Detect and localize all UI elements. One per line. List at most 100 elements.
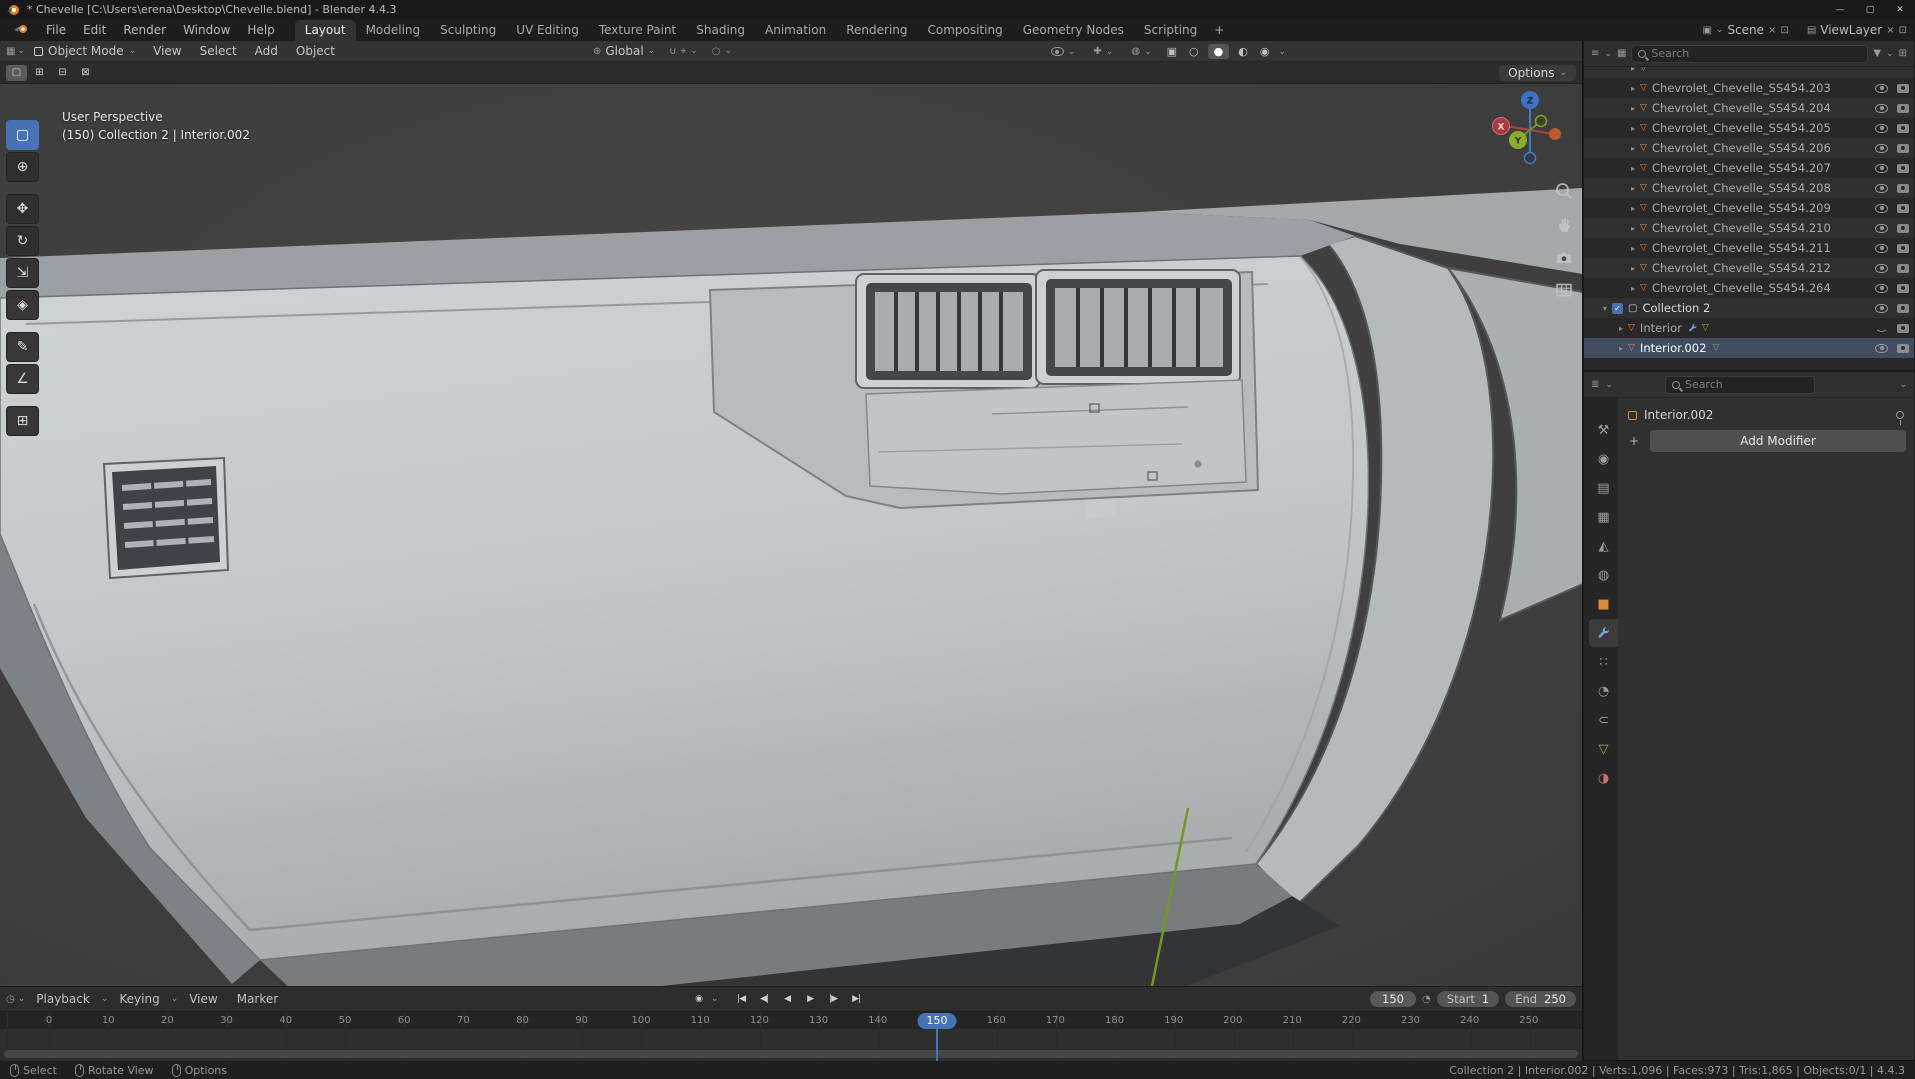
properties-editor-icon[interactable]: ≣ xyxy=(1591,379,1599,390)
pin-icon[interactable] xyxy=(1896,411,1904,425)
viewport-3d[interactable]: ▢ ⊞ ⊟ ⊠ Options ⌄ User Perspective (150)… xyxy=(0,62,1582,986)
navigation-gizmo[interactable]: Z X Y xyxy=(1488,88,1572,172)
object-name[interactable]: Chevrolet_Chevelle_SS454.209 xyxy=(1652,201,1831,215)
tab-rendering[interactable]: Rendering xyxy=(836,20,917,41)
object-name[interactable]: Chevrolet_Chevelle_SS454.212 xyxy=(1652,261,1831,275)
disable-render-icon[interactable] xyxy=(1897,243,1909,253)
outliner-search[interactable] xyxy=(1631,44,1869,63)
menu-view[interactable]: View xyxy=(145,42,189,60)
scene-browse-caret[interactable]: ⌄ xyxy=(1716,25,1724,35)
expand-icon[interactable]: ▸ xyxy=(1626,204,1640,213)
3d-scene-canvas[interactable] xyxy=(0,84,1582,986)
hide-viewport-icon[interactable] xyxy=(1875,163,1888,173)
menu-render[interactable]: Render xyxy=(115,21,174,39)
hide-viewport-icon[interactable] xyxy=(1875,263,1888,273)
menu-marker[interactable]: Marker xyxy=(229,990,286,1008)
output-tab[interactable]: ▤ xyxy=(1589,474,1618,502)
scene-unlink-icon[interactable]: × xyxy=(1768,25,1776,36)
object-name[interactable]: Chevrolet_Chevelle_SS454.211 xyxy=(1652,241,1831,255)
select-mode-subtract[interactable]: ⊟ xyxy=(52,65,73,81)
gizmo-x-neg[interactable] xyxy=(1549,128,1561,140)
collection-name[interactable]: Collection 2 xyxy=(1642,301,1710,315)
editor-type-caret[interactable]: ⌄ xyxy=(17,46,25,56)
proportional-editing[interactable]: ○ ⌄ xyxy=(706,46,738,57)
menu-window[interactable]: Window xyxy=(175,21,238,39)
hide-viewport-icon[interactable] xyxy=(1875,203,1888,213)
outliner-row[interactable]: ▸ ▽ Chevrolet_Chevelle_SS454.211 xyxy=(1584,238,1914,258)
mode-selector[interactable]: Object Mode ⌄ xyxy=(27,43,143,59)
playhead-line[interactable] xyxy=(936,1029,939,1061)
timeline-ruler[interactable]: 0 10 20 30 40 50 60 70 80 90 100 110 120… xyxy=(0,1011,1582,1029)
expand-icon[interactable]: ▸ xyxy=(1626,144,1640,153)
modifier-extras-icon[interactable]: + xyxy=(1624,431,1644,451)
object-name[interactable]: Interior xyxy=(1640,321,1682,335)
expand-icon[interactable]: ▸ xyxy=(1626,184,1640,193)
transform-tool[interactable]: ◈ xyxy=(6,290,39,320)
display-mode-icon[interactable]: ▦ xyxy=(1617,48,1626,59)
menu-file[interactable]: File xyxy=(38,21,74,39)
disable-render-icon[interactable] xyxy=(1897,203,1909,213)
tool-tab[interactable]: ⚒ xyxy=(1589,416,1618,444)
disable-render-icon[interactable] xyxy=(1897,223,1909,233)
select-mode-extend[interactable]: ⊞ xyxy=(29,65,50,81)
select-mode-invert[interactable]: ⊠ xyxy=(75,65,96,81)
hide-viewport-icon[interactable] xyxy=(1875,103,1888,113)
select-box-tool[interactable]: ▢ xyxy=(6,120,39,150)
hide-viewport-icon[interactable] xyxy=(1875,303,1888,313)
menu-select[interactable]: Select xyxy=(192,42,245,60)
end-frame-field[interactable]: End 250 xyxy=(1505,991,1576,1007)
measure-tool[interactable]: ∠ xyxy=(6,364,39,394)
disable-render-icon[interactable] xyxy=(1897,123,1909,133)
outliner-row[interactable]: ▸ ▽ Chevrolet_Chevelle_SS454.206 xyxy=(1584,138,1914,158)
shading-solid[interactable]: ● xyxy=(1207,44,1230,59)
tab-modeling[interactable]: Modeling xyxy=(356,20,431,41)
properties-search[interactable] xyxy=(1664,375,1815,394)
world-tab[interactable]: ◍ xyxy=(1589,561,1618,589)
shading-wireframe[interactable]: ○ xyxy=(1186,45,1202,58)
minimize-button[interactable]: — xyxy=(1825,0,1855,19)
expand-icon[interactable]: ▸ xyxy=(1614,324,1628,333)
current-frame-field[interactable]: 150 xyxy=(1370,991,1417,1007)
viewlayer-unlink-icon[interactable]: × xyxy=(1886,25,1894,36)
disable-render-icon[interactable] xyxy=(1897,103,1909,113)
breadcrumb-object-name[interactable]: Interior.002 xyxy=(1644,408,1713,422)
disable-render-icon[interactable] xyxy=(1897,263,1909,273)
camera-view-icon[interactable] xyxy=(1553,246,1575,268)
object-name[interactable]: Chevrolet_Chevelle_SS454.203 xyxy=(1652,81,1831,95)
outliner-row-interior[interactable]: ▸ ▽ Interior ▽ xyxy=(1584,318,1914,338)
disable-render-icon[interactable] xyxy=(1897,343,1909,353)
menu-playback[interactable]: Playback xyxy=(28,990,98,1008)
disable-render-icon[interactable] xyxy=(1897,163,1909,173)
hide-viewport-icon[interactable] xyxy=(1875,183,1888,193)
render-tab[interactable]: ◉ xyxy=(1589,445,1618,473)
disable-render-icon[interactable] xyxy=(1897,303,1909,313)
hidden-viewport-icon[interactable] xyxy=(1875,324,1888,332)
object-tab[interactable]: ■ xyxy=(1589,590,1618,618)
tool-options-dropdown[interactable]: Options ⌄ xyxy=(1499,64,1576,81)
outliner-row[interactable]: ▸ ▽ Chevrolet_Chevelle_SS454.203 xyxy=(1584,78,1914,98)
overlays-toggle[interactable]: ◍ ⌄ xyxy=(1125,46,1157,57)
blender-menu-icon[interactable] xyxy=(6,21,37,39)
hide-viewport-icon[interactable] xyxy=(1875,123,1888,133)
gizmo-z-neg[interactable] xyxy=(1523,151,1537,165)
properties-search-input[interactable] xyxy=(1684,378,1808,391)
outliner-row[interactable]: ▸ ▽ Chevrolet_Chevelle_SS454.212 xyxy=(1584,258,1914,278)
timeline-tracks[interactable] xyxy=(0,1029,1582,1061)
collection-checkbox[interactable]: ✓ xyxy=(1612,302,1623,314)
active-object-name[interactable]: Interior.002 xyxy=(1640,341,1707,355)
collapse-icon[interactable]: ▾ xyxy=(1598,304,1612,313)
xray-toggle[interactable]: ▣ xyxy=(1164,45,1180,58)
menu-help[interactable]: Help xyxy=(239,21,282,39)
filter-icon[interactable]: ▼ xyxy=(1873,48,1881,59)
expand-icon[interactable]: ▸ xyxy=(1626,244,1640,253)
shading-caret[interactable]: ⌄ xyxy=(1278,47,1286,57)
hide-viewport-icon[interactable] xyxy=(1875,243,1888,253)
snapping-toggle[interactable]: ∪ ⌖ ⌄ xyxy=(663,46,704,57)
tab-animation[interactable]: Animation xyxy=(755,20,836,41)
cursor-tool[interactable]: ⊕ xyxy=(6,152,39,182)
show-object-types[interactable]: ⌄ xyxy=(1045,47,1082,57)
disable-render-icon[interactable] xyxy=(1897,143,1909,153)
scene-tab[interactable]: ◭ xyxy=(1589,532,1618,560)
hide-viewport-icon[interactable] xyxy=(1875,143,1888,153)
outliner-search-input[interactable] xyxy=(1651,47,1862,60)
